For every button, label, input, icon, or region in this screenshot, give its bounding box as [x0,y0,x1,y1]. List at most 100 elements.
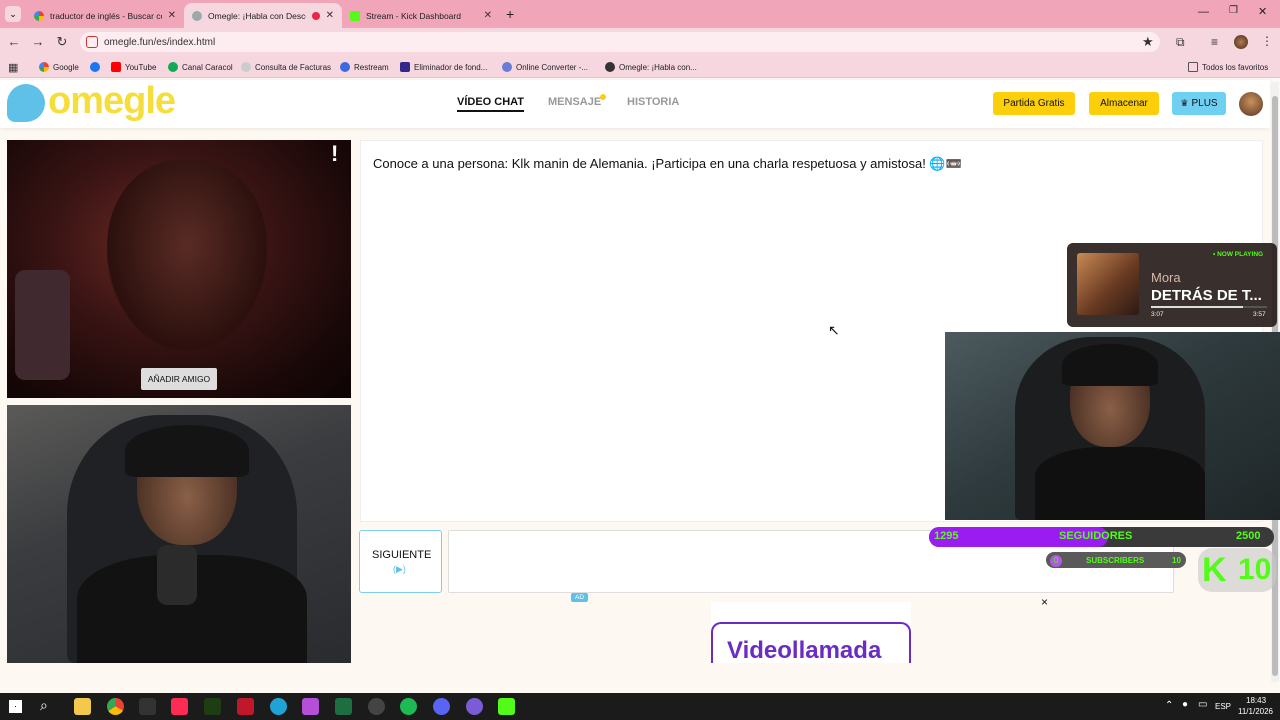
kick-app-icon[interactable] [498,698,515,715]
webcam-overlay [945,332,1280,520]
ad-badge: AD [571,593,588,602]
reload-icon[interactable]: ↻ [54,34,70,50]
close-window-button[interactable]: ✕ [1258,5,1267,18]
omegle-logo-icon[interactable] [7,84,45,122]
microphone-icon[interactable]: ● [1182,699,1188,710]
media-control-icon[interactable]: ≡ [1211,35,1218,49]
call-of-duty-icon[interactable] [139,698,156,715]
file-explorer-icon[interactable] [74,698,91,715]
search-icon[interactable]: ⌕ [40,697,48,714]
forward-arrow-icon[interactable]: → [30,34,46,50]
kick-count: 10 [1238,553,1272,586]
song-duration: 3:57 [1253,311,1266,318]
restore-button[interactable]: ❐ [1229,5,1238,16]
store-button[interactable]: Almacenar [1089,92,1159,115]
tab-title: Stream - Kick Dashboard [366,10,461,21]
apps-grid-icon[interactable]: ▦ [8,61,18,74]
google-favicon-icon [34,10,44,21]
bookmark-label: Online Converter -... [516,62,589,72]
followers-label: SEGUIDORES [1059,530,1133,542]
new-tab-button[interactable]: + [506,6,514,22]
bookmark-restream[interactable]: Restream [340,60,389,74]
back-arrow-icon[interactable]: ← [6,34,22,50]
extensions-icon[interactable]: ⧉ [1176,35,1185,50]
edge-icon[interactable] [270,698,287,715]
bookmark-eliminador[interactable]: Eliminador de fond... [400,60,487,74]
close-tab-icon[interactable]: ✕ [168,10,176,21]
plus-button[interactable]: ♛ PLUS [1172,92,1226,115]
network-icon[interactable]: ▭ [1198,699,1207,710]
song-title: DETRÁS DE T... [1151,287,1262,304]
tab-kick-dashboard[interactable]: Stream - Kick Dashboard ✕ [342,3,500,28]
facturas-icon [241,62,251,72]
close-tab-icon[interactable]: ✕ [484,10,492,21]
bookmark-label: YouTube [125,62,157,72]
next-button-label: SIGUIENTE [372,549,432,561]
all-favorites-label: Todos los favoritos [1202,62,1269,72]
tab-translator[interactable]: traductor de inglés - Buscar con ✕ [26,3,184,28]
language-indicator[interactable]: ESP [1215,702,1231,711]
bookmark-youtube[interactable]: YouTube [111,60,156,74]
stranger-silhouette [107,160,267,350]
close-tab-icon[interactable]: ✕ [326,10,334,21]
nvidia-icon[interactable] [204,698,221,715]
spotify-icon[interactable] [400,698,417,715]
omnibox[interactable] [80,32,1160,52]
now-playing-badge: • NOW PLAYING [1213,251,1264,258]
subs-goal: 10 [1172,556,1181,565]
profile-icon[interactable] [1234,35,1248,49]
ad-banner[interactable]: Videollamada [711,622,911,664]
tab-omegle[interactable]: Omegle: ¡Habla con Descon ✕ [184,3,342,28]
url-text[interactable]: omegle.fun/es/index.html [104,37,215,48]
add-friend-button[interactable]: AÑADIR AMIGO [141,368,217,390]
report-icon[interactable]: ! [331,141,338,167]
excel-icon[interactable] [335,698,352,715]
nav-history[interactable]: HISTORIA [627,96,679,108]
crown-icon: ♛ [1180,98,1189,108]
tab-search-button[interactable]: ⌄ [5,6,21,22]
bookmark-label: Restream [354,62,389,72]
clock-date[interactable]: 11/1/2026 [1238,707,1273,716]
minimize-button[interactable]: — [1198,6,1209,18]
bookmark-online-converter[interactable]: Online Converter -... [502,60,588,74]
bookmark-consulta-facturas[interactable]: Consulta de Facturas [241,60,331,74]
bookmark-star-icon[interactable]: ★ [1142,34,1154,50]
ad-headline: Videollamada [727,637,882,664]
tray-chevron-icon[interactable]: ⌃ [1165,700,1173,711]
ad-close-icon[interactable]: × [1041,595,1048,609]
windows-start-icon[interactable] [9,700,22,713]
kick-favicon-icon [350,10,360,21]
nav-message[interactable]: MENSAJE [548,96,601,108]
app-icon[interactable] [302,698,319,715]
omegle-bookmark-icon [605,62,615,72]
bookmark-omegle[interactable]: Omegle: ¡Habla con... [605,60,697,74]
followers-count: 1295 [934,530,959,542]
phone-shape [15,270,70,380]
menu-kebab-icon[interactable]: ⋮ [1261,34,1273,48]
song-artist: Mora [1151,270,1181,285]
user-avatar[interactable] [1239,92,1263,116]
next-button[interactable]: SIGUIENTE (▶) [359,530,442,593]
chrome-icon[interactable] [107,698,124,715]
obs-icon[interactable] [368,698,385,715]
followers-goal: 2500 [1236,530,1261,542]
all-favorites[interactable]: Todos los favoritos [1188,60,1268,74]
twitch-tool-icon[interactable] [466,698,483,715]
tf-icon[interactable] [237,698,254,715]
mouse-cursor-icon: ↖ [828,322,840,338]
youtube-icon [111,62,121,72]
free-game-button[interactable]: Partida Gratis [993,92,1075,115]
facebook-icon[interactable] [90,62,100,72]
omegle-logo-text[interactable]: omegle [48,80,176,123]
bookmark-google[interactable]: Google [39,60,79,74]
tiktok-icon[interactable] [171,698,188,715]
converter-icon [502,62,512,72]
bookmark-canal-caracol[interactable]: Canal Caracol [168,60,233,74]
nav-video-chat[interactable]: VÍDEO CHAT [457,96,525,112]
webcam-shirt-shape [1035,447,1205,520]
site-info-icon[interactable] [86,36,98,48]
recording-icon [311,11,320,20]
clock-time[interactable]: 18:43 [1246,696,1266,705]
plus-label: PLUS [1191,98,1218,109]
discord-icon[interactable] [433,698,450,715]
